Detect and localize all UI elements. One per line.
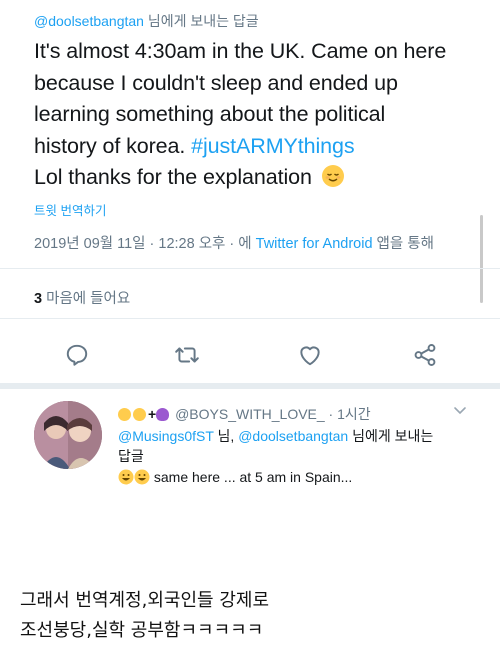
divider	[0, 268, 500, 269]
reply-to-line: @doolsetbangtan 님에게 보내는 답글	[34, 11, 259, 31]
mention-link[interactable]: @Musings0fST	[118, 428, 214, 444]
translate-tweet-link[interactable]: 트윗 번역하기	[34, 200, 106, 219]
hashtag-link[interactable]: #justARMYthings	[191, 134, 355, 158]
heart-icon[interactable]	[295, 340, 325, 370]
likes-label: 마음에 들어요	[42, 291, 131, 307]
grinning-emoji-icon	[118, 469, 150, 485]
source-link[interactable]: Twitter for Android	[256, 236, 373, 252]
mention-suffix: 님에게 보내는	[348, 428, 434, 444]
reply-icon[interactable]	[62, 340, 92, 370]
mention-separator: 님,	[213, 428, 239, 444]
divider	[0, 318, 500, 319]
likes-number: 3	[34, 291, 43, 307]
caption-line: 조선붕당,실학 공부함ㅋㅋㅋㅋㅋ	[20, 620, 264, 641]
likes-count[interactable]: 3 마음에 들어요	[34, 287, 130, 308]
tweet-line: learning something about the political	[34, 102, 386, 126]
tweet-line: history of korea.	[34, 133, 192, 158]
reply-text: same here ... at 5 am in Spain...	[118, 469, 352, 485]
source-suffix: 앱을 통해	[372, 236, 434, 252]
tweet-line: It's almost 4:30am in the UK. Came on he…	[34, 39, 447, 63]
reply-handle[interactable]: @BOYS_WITH_LOVE_	[175, 406, 325, 422]
reply-to-handle[interactable]: @doolsetbangtan	[34, 13, 144, 29]
reply-header: + @BOYS_WITH_LOVE_ · 1시간	[118, 404, 371, 424]
relieved-face-emoji-icon	[321, 165, 344, 187]
reply-to-suffix: 님에게 보내는 답글	[143, 13, 259, 29]
tweet-line: Lol thanks for the explanation	[34, 165, 318, 189]
reply-mentions: @Musings0fST 님, @doolsetbangtan 님에게 보내는답…	[118, 426, 468, 466]
scrollbar[interactable]	[480, 215, 483, 303]
tweet-meta: 2019년 09월 11일 · 12:28 오후 · 에 Twitter for…	[34, 232, 434, 253]
chevron-down-icon[interactable]	[452, 402, 468, 423]
avatar[interactable]	[34, 401, 102, 469]
caption: 그래서 번역계정,외국인들 강제로 조선붕당,실학 공부함ㅋㅋㅋㅋㅋ	[20, 586, 480, 646]
reply-body: same here ... at 5 am in Spain...	[150, 469, 353, 485]
reply-name-emoji-icon: +	[118, 406, 175, 422]
reply-time: · 1시간	[324, 406, 371, 422]
caption-line: 그래서 번역계정,외국인들 강제로	[20, 590, 270, 611]
name-plus: +	[148, 406, 157, 422]
mention-link[interactable]: @doolsetbangtan	[238, 428, 348, 444]
share-icon[interactable]	[410, 340, 440, 370]
tweet-body: It's almost 4:30am in the UK. Came on he…	[34, 36, 484, 194]
tweet-line: because I couldn't sleep and ended up	[34, 70, 398, 95]
section-divider	[0, 383, 500, 389]
timestamp: 2019년 09월 11일 · 12:28 오후 · 에	[34, 236, 256, 252]
mention-suffix-2: 답글	[118, 448, 144, 464]
retweet-icon[interactable]	[172, 340, 202, 370]
tweet-detail: @doolsetbangtan 님에게 보내는 답글 It's almost 4…	[0, 0, 500, 540]
